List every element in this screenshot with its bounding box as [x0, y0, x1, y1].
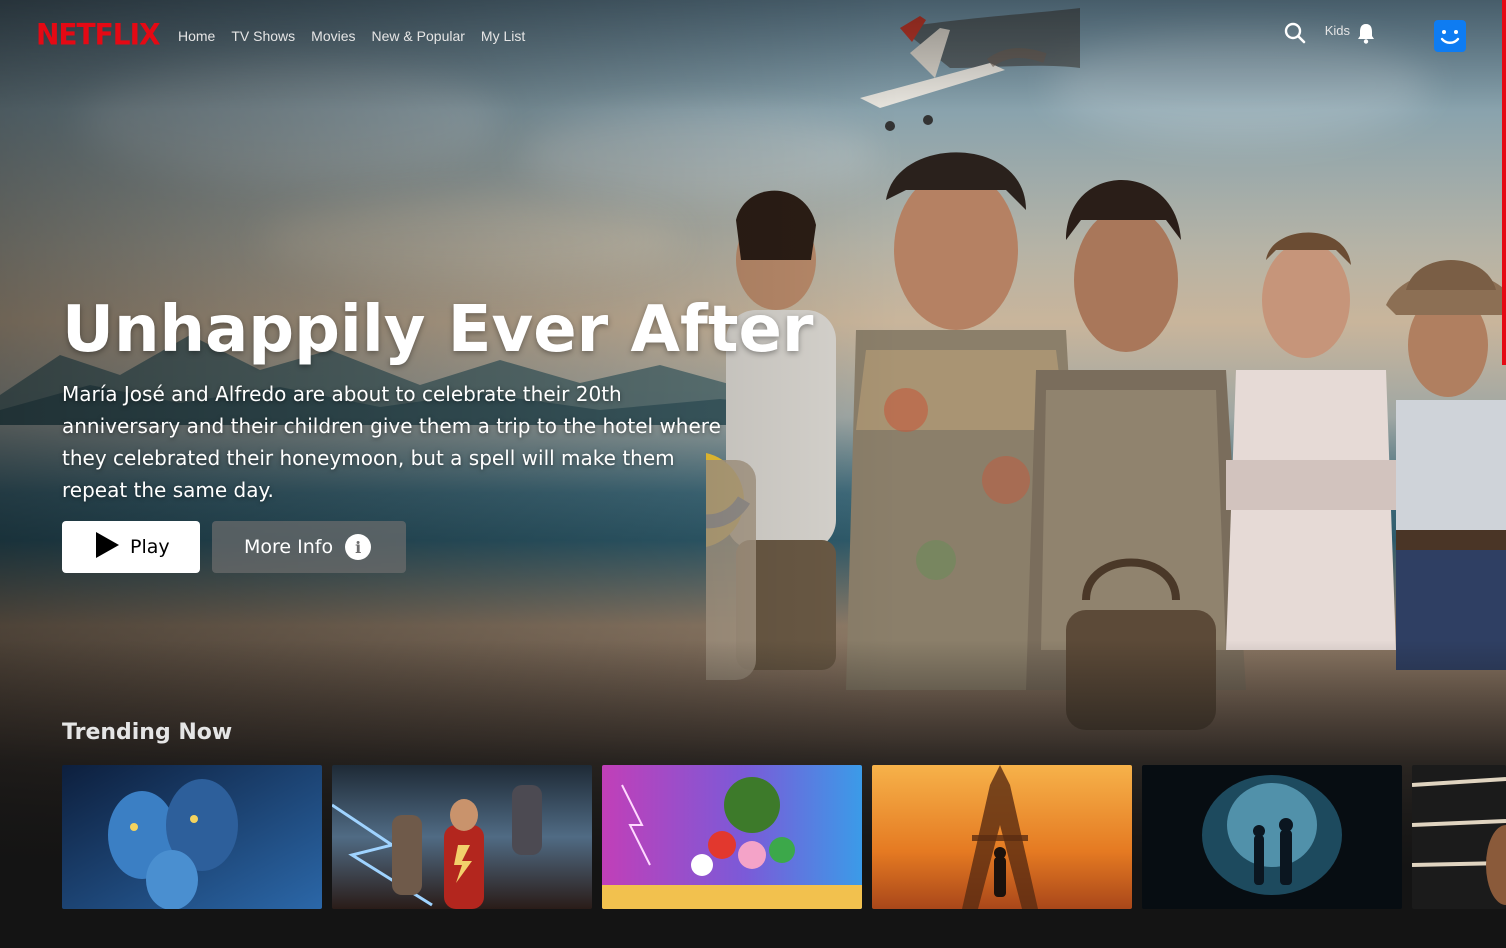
hero-title: Unhappily Ever After — [62, 293, 814, 367]
bell-icon[interactable] — [1356, 22, 1376, 49]
title-card-avatar[interactable] — [62, 765, 322, 909]
trending-row — [62, 765, 1506, 909]
nav-new-popular[interactable]: New & Popular — [372, 28, 465, 44]
nav-home[interactable]: Home — [178, 28, 215, 44]
top-navbar: NETFLIX Home TV Shows Movies New & Popul… — [0, 0, 1506, 72]
play-button-label: Play — [130, 536, 170, 558]
info-icon: i — [345, 534, 372, 560]
hero-synopsis: María José and Alfredo are about to cele… — [62, 382, 721, 502]
title-card-partial[interactable] — [1412, 765, 1506, 909]
nav-movies[interactable]: Movies — [311, 28, 355, 44]
nav-tv-shows[interactable]: TV Shows — [231, 28, 295, 44]
title-card-forest[interactable] — [1142, 765, 1402, 909]
title-card-shazam[interactable] — [332, 765, 592, 909]
netflix-home-page: NETFLIX Home TV Shows Movies New & Popul… — [0, 0, 1506, 948]
play-icon — [94, 531, 120, 564]
netflix-logo[interactable]: NETFLIX — [36, 17, 161, 52]
row-title: Trending Now — [62, 720, 233, 745]
search-icon[interactable] — [1284, 22, 1306, 49]
kids-link[interactable]: Kids — [1325, 23, 1350, 38]
secondary-nav: Kids — [1266, 18, 1466, 54]
title-card-mario[interactable] — [602, 765, 862, 909]
nav-my-list[interactable]: My List — [481, 28, 525, 44]
play-button[interactable]: Play — [62, 521, 200, 573]
title-card-john-wick[interactable] — [872, 765, 1132, 909]
more-info-button-label: More Info — [244, 536, 334, 558]
primary-nav: Home TV Shows Movies New & Popular My Li… — [178, 28, 525, 44]
more-info-button[interactable]: More Info i — [212, 521, 406, 573]
profile-avatar[interactable] — [1434, 20, 1466, 52]
